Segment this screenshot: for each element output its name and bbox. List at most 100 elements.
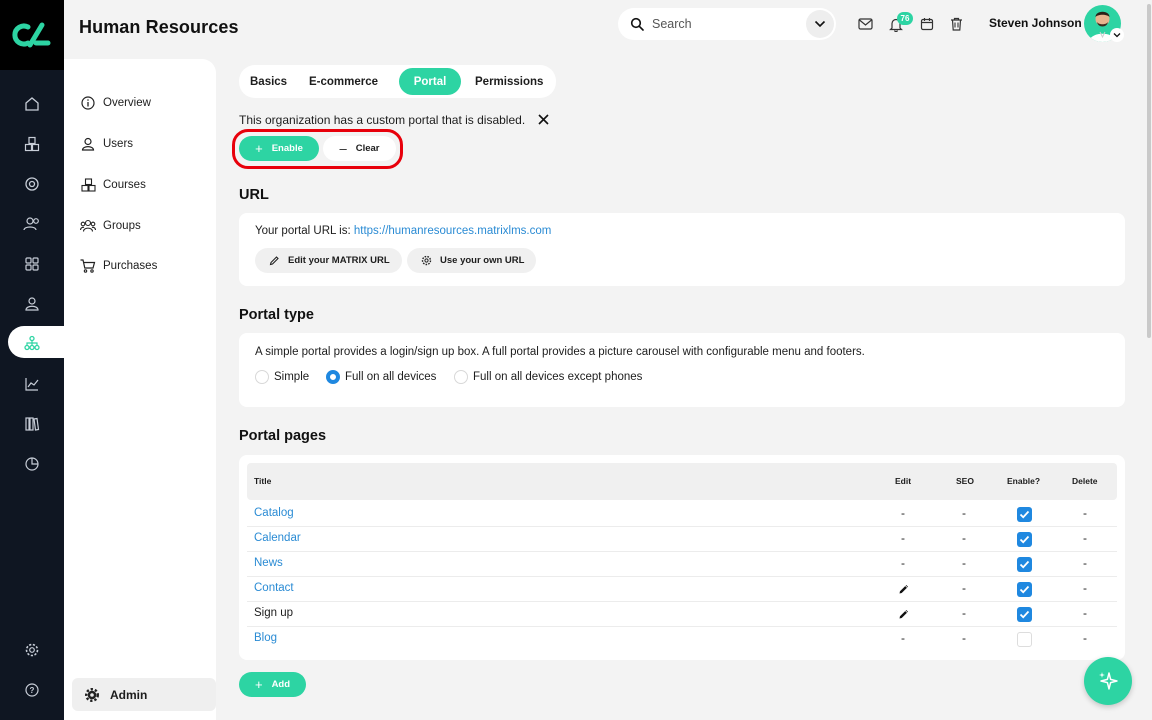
section-sidebar: Overview Users Courses Groups Purchases	[64, 59, 216, 720]
portal-url-prefix: Your portal URL is:	[255, 225, 354, 237]
radio-circle	[454, 370, 468, 384]
user-name[interactable]: Steven Johnson	[989, 16, 1082, 30]
page-title-cell[interactable]: Catalog	[254, 507, 294, 519]
grid-icon[interactable]	[20, 252, 44, 276]
tab-permissions[interactable]: Permissions	[475, 68, 543, 95]
sidebar-item-label: Groups	[103, 220, 141, 232]
chevron-down-icon	[814, 20, 826, 28]
user-icon[interactable]	[20, 292, 44, 316]
column-header-enable: Enable?	[1007, 476, 1041, 486]
search-box[interactable]: Search	[618, 8, 836, 40]
enable-checkbox-checked[interactable]	[1017, 507, 1032, 522]
page-title-cell[interactable]: News	[254, 557, 283, 569]
table-header	[247, 463, 1117, 500]
settings-icon[interactable]	[20, 638, 44, 662]
library-icon[interactable]	[20, 412, 44, 436]
table-row: Catalog - - -	[247, 502, 1117, 527]
search-scope-dropdown[interactable]	[806, 10, 834, 38]
home-icon[interactable]	[20, 92, 44, 116]
page-title: Human Resources	[79, 17, 239, 37]
checkmark-icon	[1019, 535, 1030, 544]
courses-icon	[80, 177, 96, 193]
sidebar-item-users[interactable]: Users	[80, 134, 133, 154]
enable-checkbox-checked[interactable]	[1017, 607, 1032, 622]
sidebar-item-label: Overview	[103, 97, 151, 109]
sidebar-item-label: Purchases	[103, 260, 158, 272]
radio-full-all-devices[interactable]: Full on all devices	[326, 370, 436, 384]
radio-simple[interactable]: Simple	[255, 370, 309, 384]
page-title-cell[interactable]: Blog	[254, 632, 277, 644]
column-header-seo: SEO	[956, 476, 974, 486]
clear-button[interactable]: – Clear	[323, 136, 396, 161]
radio-label: Simple	[274, 371, 310, 383]
pencil-icon[interactable]	[898, 582, 910, 594]
portal-url-text: Your portal URL is: https://humanresourc…	[255, 225, 551, 237]
help-icon[interactable]: ?	[20, 678, 44, 702]
use-own-url-button[interactable]: Use your own URL	[407, 248, 537, 273]
portal-disabled-notice: This organization has a custom portal th…	[239, 113, 526, 127]
radio-full-except-phones[interactable]: Full on all devices except phones	[454, 370, 642, 384]
page-title-cell: Sign up	[254, 607, 294, 619]
enable-checkbox[interactable]	[1017, 632, 1032, 647]
cart-icon	[80, 258, 96, 274]
user-menu-toggle[interactable]	[1110, 28, 1124, 42]
sidebar-item-courses[interactable]: Courses	[80, 175, 146, 195]
trash-icon[interactable]	[947, 15, 965, 33]
search-input[interactable]: Search	[652, 17, 692, 31]
target-icon[interactable]	[20, 172, 44, 196]
sidebar-item-purchases[interactable]: Purchases	[80, 256, 157, 276]
enable-checkbox-checked[interactable]	[1017, 532, 1032, 547]
tab-e-commerce[interactable]: E-commerce	[309, 68, 378, 95]
page-title-cell[interactable]: Calendar	[254, 532, 301, 544]
bundles-icon[interactable]	[20, 132, 44, 156]
plus-icon: +	[255, 141, 263, 156]
calendar-icon[interactable]	[918, 15, 936, 33]
table-row: Contact - -	[247, 577, 1117, 602]
people-icon[interactable]	[20, 212, 44, 236]
sidebar-item-overview[interactable]: Overview	[80, 93, 151, 113]
pencil-icon	[269, 255, 280, 266]
edit-cell: -	[901, 631, 905, 645]
portal-url-link[interactable]: https://humanresources.matrixlms.com	[354, 225, 551, 237]
admin-button[interactable]: Admin	[72, 678, 216, 711]
minus-icon: –	[339, 141, 347, 156]
edit-cell: -	[901, 556, 905, 570]
clear-label: Clear	[355, 143, 380, 154]
sidebar-item-groups[interactable]: Groups	[80, 216, 141, 236]
chart-icon[interactable]	[20, 372, 44, 396]
tab-portal[interactable]: Portal	[399, 68, 461, 95]
url-section-title: URL	[239, 187, 269, 203]
enable-button[interactable]: + Enable	[239, 136, 319, 161]
enable-checkbox-checked[interactable]	[1017, 582, 1032, 597]
pie-chart-icon[interactable]	[20, 452, 44, 476]
enable-checkbox-checked[interactable]	[1017, 557, 1032, 572]
info-icon	[80, 95, 96, 111]
add-page-button[interactable]: + Add	[239, 672, 306, 697]
org-chart-icon[interactable]	[22, 333, 42, 353]
gear-icon	[85, 687, 99, 702]
close-icon[interactable]	[537, 113, 550, 126]
pencil-icon[interactable]	[898, 607, 910, 619]
app-logo[interactable]	[0, 0, 64, 70]
mail-icon[interactable]	[856, 15, 874, 33]
chevron-down-icon	[1113, 33, 1121, 38]
groups-icon	[80, 218, 96, 234]
delete-cell: -	[1083, 506, 1087, 520]
portal-type-description: A simple portal provides a login/sign up…	[255, 346, 865, 358]
edit-matrix-url-button[interactable]: Edit your MATRIX URL	[255, 248, 402, 273]
table-row: Blog - - -	[247, 627, 1117, 652]
seo-cell: -	[962, 531, 966, 545]
checkmark-icon	[1019, 510, 1030, 519]
tab-basics[interactable]: Basics	[250, 68, 287, 95]
page-title-cell[interactable]: Contact	[254, 582, 294, 594]
delete-cell: -	[1083, 581, 1087, 595]
portal-pages-card: Title Edit SEO Enable? Delete Catalog - - -…	[239, 455, 1125, 660]
edit-matrix-url-label: Edit your MATRIX URL	[288, 255, 390, 266]
admin-label: Admin	[110, 687, 148, 702]
ai-assistant-button[interactable]	[1084, 657, 1132, 705]
scrollbar-thumb[interactable]	[1147, 4, 1151, 338]
checkmark-icon	[1019, 560, 1030, 569]
gear-icon	[421, 255, 432, 266]
delete-cell: -	[1083, 556, 1087, 570]
sidebar-item-label: Courses	[103, 179, 146, 191]
